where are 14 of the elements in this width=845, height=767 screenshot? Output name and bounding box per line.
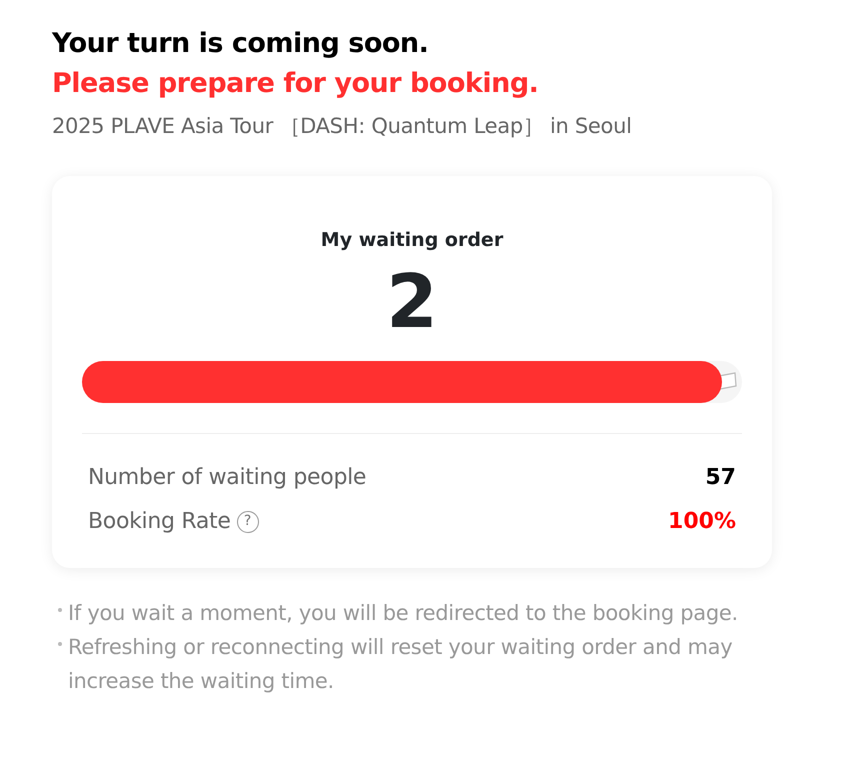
stat-label: Number of waiting people — [88, 465, 366, 490]
note-text: Refreshing or reconnecting will reset your waiting order and may increase the waiting time. — [68, 634, 734, 695]
waiting-order-number: 2 — [385, 264, 439, 339]
subheading: Please prepare for your booking. — [52, 68, 540, 101]
heading: Your turn is coming soon. — [52, 28, 430, 60]
help-icon[interactable]: ? — [236, 510, 259, 533]
note-text: If you wait a moment, you will be redirected to the booking page. — [68, 600, 738, 627]
stat-value: 57 — [705, 464, 736, 492]
waiting-order-label: My waiting order — [320, 228, 504, 254]
stat-value: 100% — [668, 508, 736, 536]
event-title: 2025 PLAVE Asia Tour ［DASH: Quantum Leap］ in Seoul — [52, 112, 633, 140]
stat-label: Booking Rate — [88, 509, 231, 534]
bullet-icon — [58, 642, 62, 646]
bullet-icon — [58, 608, 62, 612]
